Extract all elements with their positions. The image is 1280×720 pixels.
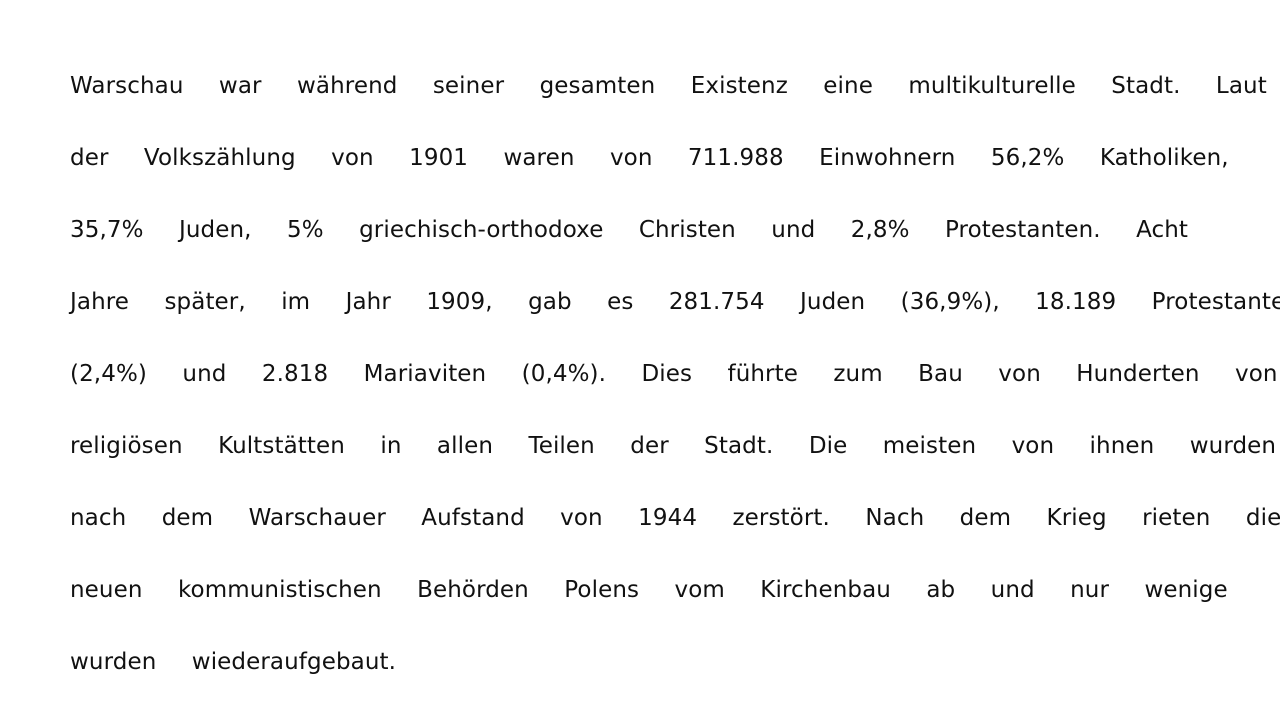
text-line-1: Warschau war während seiner gesamten Exi… — [70, 73, 1267, 99]
text-line-4: Jahre später, im Jahr 1909, gab es 281.7… — [70, 289, 1280, 315]
text-line-9: wurden wiederaufgebaut. — [70, 649, 397, 675]
text-line-3: 35,7% Juden, 5% griechisch-orthodoxe Chr… — [70, 217, 1189, 243]
text-line-7: nach dem Warschauer Aufstand von 1944 ze… — [70, 505, 1280, 531]
text-line-6: religiösen Kultstätten in allen Teilen d… — [70, 433, 1277, 459]
text-line-5: (2,4%) und 2.818 Mariaviten (0,4%). Dies… — [70, 361, 1278, 387]
text-line-8: neuen kommunistischen Behörden Polens vo… — [70, 577, 1228, 603]
document-page: Warschau war während seiner gesamten Exi… — [0, 0, 1280, 720]
text-line-2: der Volkszählung von 1901 waren von 711.… — [70, 145, 1229, 171]
paragraph: Warschau war während seiner gesamten Exi… — [70, 50, 1280, 698]
